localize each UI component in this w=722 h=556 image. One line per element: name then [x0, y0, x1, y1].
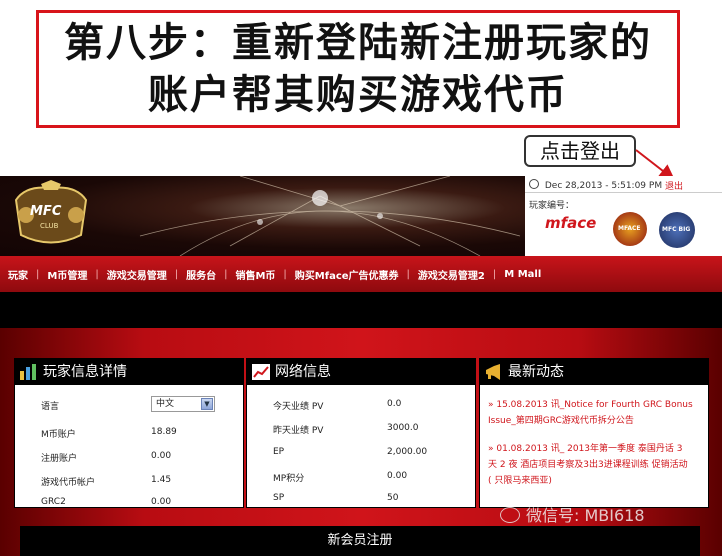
row-value: 18.89: [151, 427, 177, 437]
nav-item-buy-coupon[interactable]: 购买Mface广告优惠券: [287, 267, 407, 282]
site-screenshot: MFC CLUB Dec 28,2013 - 5:51:09 PM 退出 玩家编…: [0, 176, 722, 556]
network-panel-title: 网络信息: [275, 364, 331, 380]
nav-item-game-trade[interactable]: 游戏交易管理: [99, 267, 175, 282]
row-label: 游戏代币帐户: [41, 478, 96, 488]
mface-badge-icon: MFACE: [613, 212, 647, 246]
mface-logo: mface: [545, 214, 597, 232]
nav-item-service[interactable]: 服务台: [178, 267, 224, 282]
row-value: 1.45: [151, 475, 172, 485]
news-item[interactable]: » 15.08.2013 讯_Notice for Fourth GRC Bon…: [488, 397, 693, 429]
network-info-panel: 网络信息 今天业绩 PV 0.0 昨天业绩 PV 3000.0 EP 2,000…: [246, 358, 476, 508]
nav-item-mcoin[interactable]: M币管理: [39, 267, 95, 282]
wechat-watermark: 微信号: MBI618: [500, 502, 645, 526]
wechat-icon: [500, 507, 520, 523]
globe-lines-icon: [139, 176, 521, 256]
main-nav: 玩家 | M币管理 | 游戏交易管理 | 服务台 | 销售M币 | 购买Mfac…: [0, 256, 722, 292]
chevron-down-icon: ▼: [201, 398, 213, 410]
sub-nav-band: [0, 292, 722, 328]
nav-item-player[interactable]: 玩家: [0, 267, 36, 282]
row-label: EP: [273, 447, 285, 457]
logout-link[interactable]: 退出: [665, 179, 683, 192]
row-label: SP: [273, 493, 285, 503]
mfc-big-badge-icon: MFC BIG: [659, 212, 695, 248]
player-id-label: 玩家编号：: [529, 201, 575, 211]
instruction-box: 第八步：重新登陆新注册玩家的 账户帮其购买游戏代币: [36, 10, 680, 128]
trend-chart-icon: [252, 364, 270, 380]
instruction-line-1: 第八步：重新登陆新注册玩家的: [64, 19, 652, 66]
datetime: Dec 28,2013 - 5:51:09 PM: [544, 181, 663, 191]
logout-callout: 点击登出: [524, 135, 636, 167]
row-value: 0.00: [387, 471, 408, 481]
nav-item-game-trade-2[interactable]: 游戏交易管理2: [410, 267, 493, 282]
player-info-panel: 玩家信息详情 语言 中文 ▼ M币账户 18.89 注册账户 0.00 游戏代币…: [14, 358, 244, 508]
news-panel: 最新动态 » 15.08.2013 讯_Notice for Fourth GR…: [479, 358, 709, 508]
nav-item-mall[interactable]: M Mall: [496, 269, 549, 280]
row-value: 0.00: [151, 497, 172, 507]
site-banner: MFC CLUB Dec 28,2013 - 5:51:09 PM 退出 玩家编…: [0, 176, 722, 256]
megaphone-icon: [486, 364, 500, 380]
user-info-panel: Dec 28,2013 - 5:51:09 PM 退出 玩家编号： mface …: [525, 176, 722, 256]
row-value: 50: [387, 493, 399, 503]
new-member-register-button[interactable]: 新会员注册: [20, 526, 700, 556]
row-label: 注册账户: [41, 454, 78, 464]
nav-item-sell-mcoin[interactable]: 销售M币: [227, 267, 283, 282]
instruction-line-2: 账户帮其购买游戏代币: [148, 71, 568, 118]
row-value: 2,000.00: [387, 447, 428, 457]
row-label: MP积分: [273, 474, 305, 484]
row-value: 0.00: [151, 451, 172, 461]
language-select[interactable]: 中文 ▼: [151, 396, 215, 412]
row-label: 今天业绩 PV: [273, 402, 324, 412]
row-label: M币账户: [41, 430, 76, 440]
row-value: 0.0: [387, 399, 402, 409]
bar-chart-icon: [20, 364, 36, 380]
logo-text: MFC: [30, 204, 62, 219]
logo-subtext: CLUB: [40, 222, 59, 230]
clock-icon: [529, 179, 539, 189]
row-value: 3000.0: [387, 423, 419, 433]
tutorial-screenshot: 第八步：重新登陆新注册玩家的 账户帮其购买游戏代币 点击登出 MFC CLUB …: [0, 0, 722, 556]
news-item[interactable]: » 01.08.2013 讯_ 2013年第一季度 泰国丹话 3 天 2 夜 酒…: [488, 441, 688, 489]
row-label: GRC2: [41, 497, 66, 507]
row-label: 昨天业绩 PV: [273, 426, 324, 436]
player-panel-title: 玩家信息详情: [43, 364, 127, 380]
language-label: 语言: [41, 402, 60, 412]
news-panel-title: 最新动态: [508, 364, 564, 380]
